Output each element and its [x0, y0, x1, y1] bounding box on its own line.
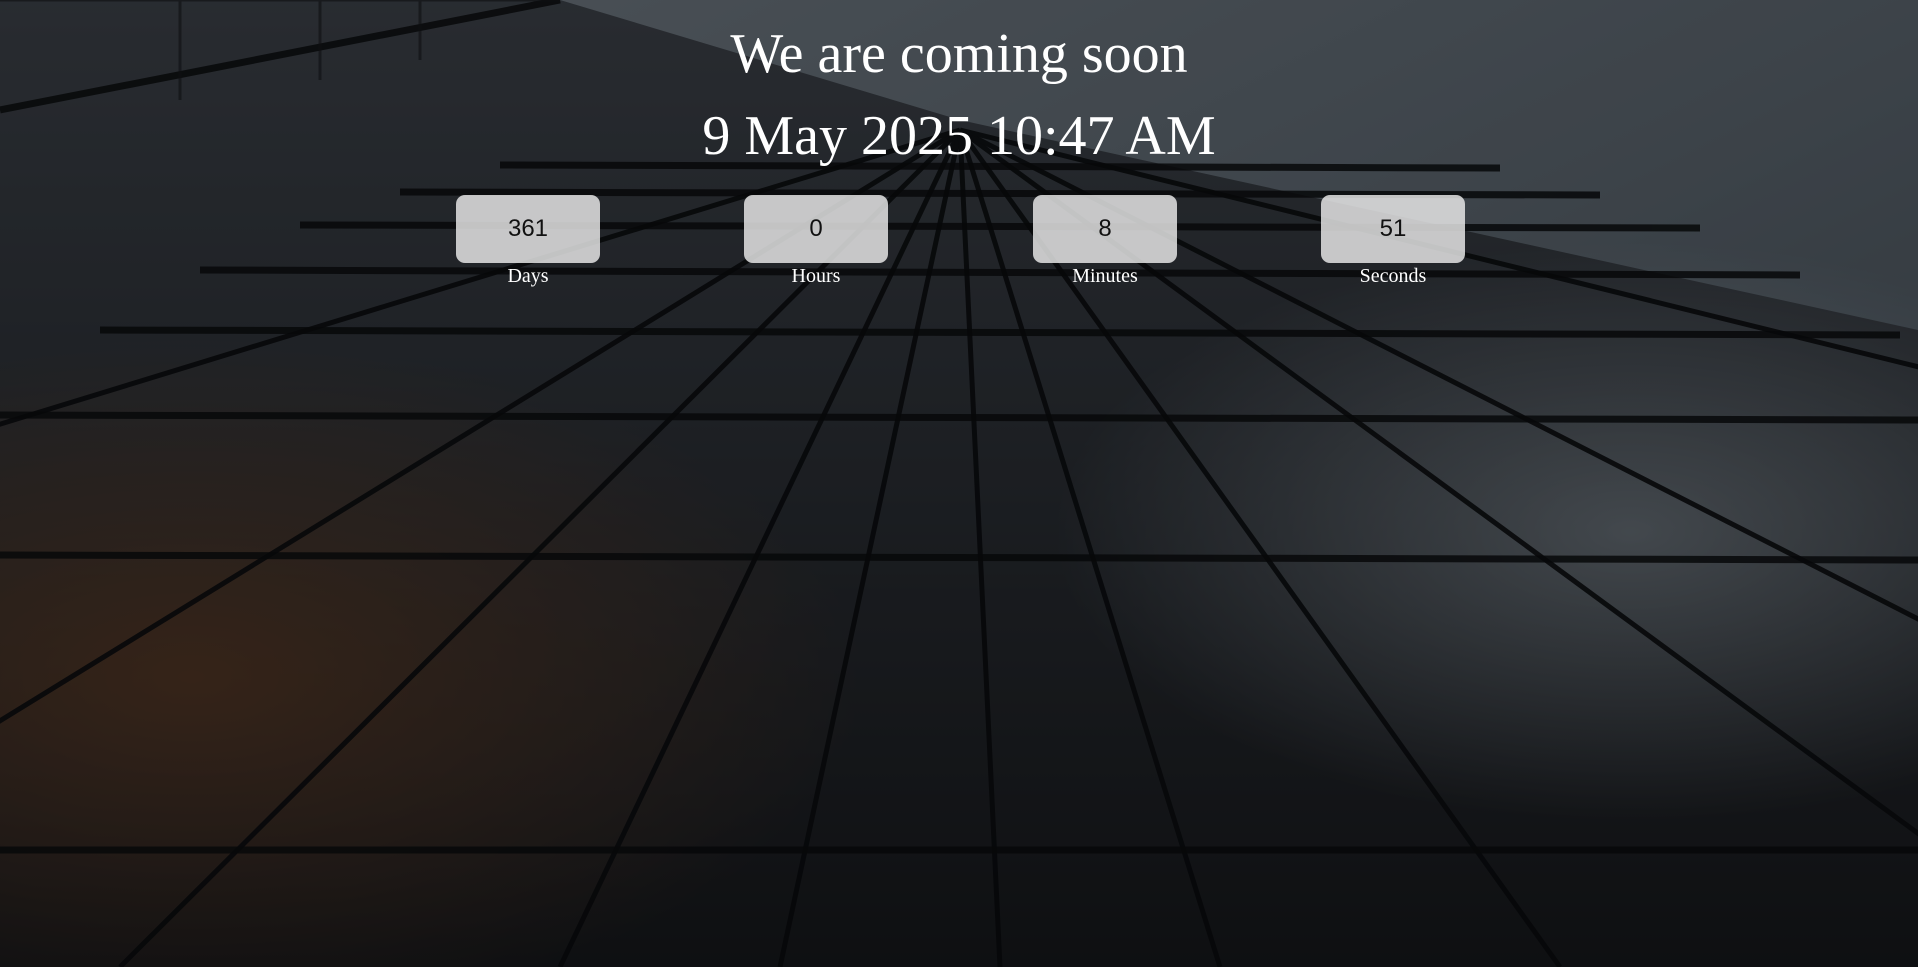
seconds-label: Seconds	[1359, 265, 1427, 287]
coming-soon-page: We are coming soon 9 May 2025 10:47 AM 3…	[0, 0, 1918, 967]
minutes-label: Minutes	[1072, 265, 1138, 287]
hours-label: Hours	[791, 265, 841, 287]
launch-date: 9 May 2025 10:47 AM	[702, 105, 1216, 167]
hours-value: 0	[744, 195, 888, 263]
countdown-minutes: 8 Minutes	[1033, 195, 1177, 288]
countdown-days: 361 Days	[456, 195, 600, 288]
countdown-hours: 0 Hours	[744, 195, 888, 288]
countdown-seconds: 51 Seconds	[1321, 195, 1465, 288]
seconds-value: 51	[1321, 195, 1465, 263]
page-headline: We are coming soon	[730, 23, 1188, 85]
days-value: 361	[456, 195, 600, 263]
minutes-value: 8	[1033, 195, 1177, 263]
days-label: Days	[507, 265, 549, 287]
